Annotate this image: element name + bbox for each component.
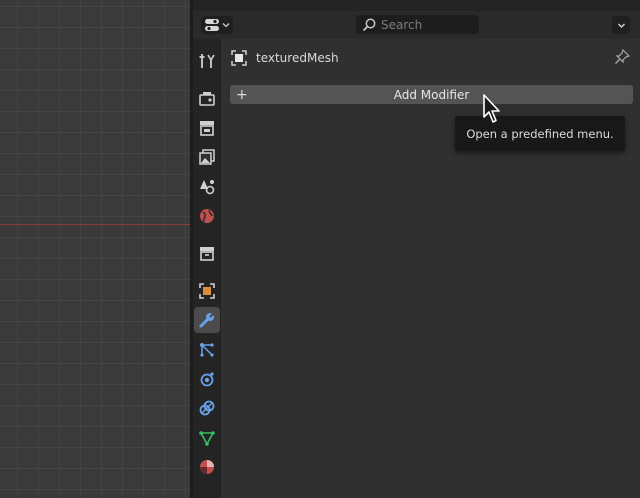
tab-tool[interactable] xyxy=(194,48,220,74)
properties-header xyxy=(193,11,640,39)
constraints-icon xyxy=(199,400,215,416)
tab-output[interactable] xyxy=(194,115,220,141)
tab-data[interactable] xyxy=(194,425,220,451)
object-icon xyxy=(199,283,215,299)
tab-view-layer[interactable] xyxy=(194,144,220,170)
wrench-icon xyxy=(199,312,215,328)
chevron-down-icon xyxy=(617,23,625,28)
output-icon xyxy=(200,121,214,136)
tab-material[interactable] xyxy=(194,454,220,480)
world-icon xyxy=(200,209,214,223)
3d-viewport[interactable] xyxy=(0,0,190,498)
search-icon xyxy=(362,18,376,31)
tab-scene[interactable] xyxy=(194,173,220,199)
collection-icon xyxy=(200,247,214,261)
tab-constraints[interactable] xyxy=(194,395,220,421)
tab-collection[interactable] xyxy=(194,240,220,266)
tab-render[interactable] xyxy=(194,85,220,111)
tab-particles[interactable] xyxy=(194,337,220,363)
add-modifier-button[interactable]: + Add Modifier xyxy=(230,85,633,104)
tab-modifiers[interactable] xyxy=(194,307,220,333)
tab-world[interactable] xyxy=(194,203,220,229)
object-header: texturedMesh xyxy=(231,49,339,67)
x-axis-line xyxy=(0,224,190,225)
properties-editor: texturedMesh + Add Modifier Open a prede… xyxy=(193,0,640,498)
render-icon xyxy=(199,92,215,106)
tool-icon xyxy=(199,54,215,68)
search-input[interactable] xyxy=(377,17,471,32)
chevron-down-icon xyxy=(222,23,230,28)
scene-icon xyxy=(200,180,215,195)
tab-object[interactable] xyxy=(194,278,220,304)
tooltip: Open a predefined menu. xyxy=(455,116,625,151)
pin-button[interactable] xyxy=(614,48,631,69)
pin-icon xyxy=(615,48,631,64)
tab-physics[interactable] xyxy=(194,366,220,392)
material-icon xyxy=(200,460,214,474)
mouse-cursor-icon xyxy=(483,94,500,123)
add-modifier-label: Add Modifier xyxy=(393,87,470,102)
physics-icon xyxy=(200,372,214,387)
properties-editor-icon xyxy=(205,19,219,31)
tooltip-text: Open a predefined menu. xyxy=(466,126,614,141)
options-dropdown-button[interactable] xyxy=(612,16,630,34)
object-icon xyxy=(231,50,247,66)
modifiers-panel: texturedMesh + Add Modifier Open a prede… xyxy=(221,39,640,498)
view-layer-icon xyxy=(199,149,215,165)
properties-tabs xyxy=(193,39,221,498)
search-field[interactable] xyxy=(356,15,479,34)
particles-icon xyxy=(200,343,214,357)
editor-type-button[interactable] xyxy=(201,16,233,34)
mesh-data-icon xyxy=(199,431,215,446)
object-name: texturedMesh xyxy=(256,51,339,65)
plus-icon: + xyxy=(236,86,248,103)
